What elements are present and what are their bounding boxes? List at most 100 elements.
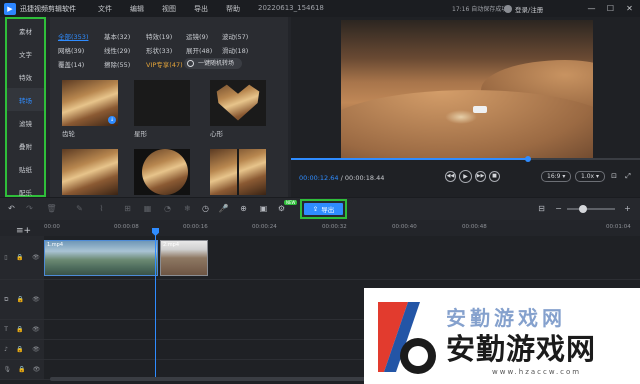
- next-frame-icon[interactable]: ▶▶: [475, 171, 486, 182]
- transition-thumb-gear[interactable]: ↓: [62, 80, 118, 126]
- download-icon[interactable]: ↓: [256, 116, 264, 124]
- random-transition-button[interactable]: 一键随机转场: [184, 58, 243, 69]
- zoom-slider-handle[interactable]: [579, 205, 587, 213]
- visibility-icon[interactable]: 👁: [32, 346, 40, 353]
- video-track: ▯ 🔒 👁 1.mp4 2.mp4: [0, 236, 640, 280]
- redo-icon[interactable]: ↷: [24, 203, 35, 214]
- lock-icon[interactable]: 🔒: [16, 346, 23, 353]
- export-label: 导出: [321, 206, 335, 214]
- tab-basic[interactable]: 基本(32): [104, 31, 130, 41]
- menu-help[interactable]: 帮助: [226, 4, 240, 14]
- split-icon[interactable]: ⌇: [96, 203, 107, 214]
- tab-linear[interactable]: 线性(29): [104, 45, 130, 55]
- visibility-icon[interactable]: 👁: [32, 326, 40, 333]
- track-header: 🎙 🔒 👁: [0, 360, 44, 379]
- lock-icon[interactable]: 🔒: [18, 366, 25, 373]
- prev-frame-icon[interactable]: ◀◀: [445, 171, 456, 182]
- speed-select[interactable]: 1.0x ▾: [575, 171, 606, 182]
- download-icon[interactable]: ↓: [180, 116, 188, 124]
- track-header: T 🔒 👁: [0, 320, 44, 339]
- transition-thumb-split[interactable]: [210, 149, 266, 195]
- ruler-tick: 00:00:24: [252, 224, 277, 230]
- export-button[interactable]: ⇪ 导出: [304, 203, 343, 215]
- track-header: ⧉ 🔒 👁: [0, 280, 44, 319]
- video-clip[interactable]: 2.mp4: [160, 240, 208, 276]
- crop-icon[interactable]: ⊞: [122, 203, 133, 214]
- edit-icon[interactable]: ✎: [74, 203, 85, 214]
- sidebar-item-effects[interactable]: 特效: [7, 65, 44, 88]
- timeline-zoom-slider[interactable]: [567, 205, 615, 213]
- lock-icon[interactable]: 🔒: [16, 326, 23, 333]
- progress-handle[interactable]: [525, 156, 532, 162]
- sidebar-item-filters[interactable]: 滤镜: [7, 111, 44, 134]
- menu-edit[interactable]: 编辑: [130, 4, 144, 14]
- duration-icon[interactable]: ◷: [200, 203, 211, 214]
- watermark-title: 安勤游戏网: [446, 332, 597, 366]
- tab-slide[interactable]: 滑动(18): [222, 45, 248, 55]
- progress-fill: [291, 158, 529, 160]
- login-button[interactable]: 登录/注册: [504, 4, 543, 14]
- visibility-icon[interactable]: 👁: [32, 296, 40, 303]
- add-track-icon[interactable]: ≡+: [16, 226, 31, 236]
- watermark-logo-icon: [378, 302, 436, 374]
- stop-icon[interactable]: ■: [489, 171, 500, 182]
- menu-file[interactable]: 文件: [98, 4, 112, 14]
- lock-icon[interactable]: 🔒: [17, 296, 24, 303]
- transition-thumb-star[interactable]: ↓: [134, 80, 190, 126]
- window-controls: — ☐ ✕: [579, 3, 636, 14]
- undo-icon[interactable]: ↶: [6, 203, 17, 214]
- zoom-in-icon[interactable]: +: [622, 203, 633, 214]
- preview-progress-bar[interactable]: [291, 156, 640, 162]
- tab-all[interactable]: 全部(353): [58, 31, 88, 41]
- zoom-icon[interactable]: ⊕: [238, 203, 249, 214]
- minimize-icon[interactable]: —: [585, 3, 598, 14]
- menu-export[interactable]: 导出: [194, 4, 208, 14]
- tab-camera[interactable]: 运镜(9): [186, 31, 208, 41]
- playhead[interactable]: [152, 228, 159, 378]
- transition-thumb-circle[interactable]: [134, 149, 190, 195]
- clip-label: 2.mp4: [163, 242, 179, 248]
- sidebar-item-overlay[interactable]: 叠附: [7, 134, 44, 157]
- fullscreen-icon[interactable]: ⤢: [623, 171, 633, 181]
- aspect-ratio-select[interactable]: 16:9 ▾: [541, 171, 572, 182]
- tab-shape[interactable]: 形状(33): [146, 45, 172, 55]
- record-audio-icon[interactable]: 🎤: [218, 203, 229, 214]
- tab-wave[interactable]: 波动(57): [222, 31, 248, 41]
- zoom-out-icon[interactable]: −: [553, 203, 564, 214]
- tab-special[interactable]: 特效(19): [146, 31, 172, 41]
- snapshot-icon[interactable]: ⊡: [609, 171, 619, 181]
- delete-icon[interactable]: 🗑: [46, 203, 57, 214]
- screen-record-icon[interactable]: ▣: [258, 203, 269, 214]
- transition-thumb[interactable]: [62, 149, 118, 195]
- sidebar-item-stickers[interactable]: 贴纸: [7, 157, 44, 180]
- mic-track-icon: 🎙: [3, 366, 12, 373]
- pip-track-icon: ⧉: [4, 295, 9, 303]
- sidebar-item-transitions[interactable]: 转场: [7, 88, 44, 111]
- speed-icon[interactable]: ◔: [162, 203, 173, 214]
- tab-wipe[interactable]: 擦除(55): [104, 59, 130, 69]
- menu-view[interactable]: 视图: [162, 4, 176, 14]
- visibility-icon[interactable]: 👁: [32, 254, 40, 261]
- fit-timeline-icon[interactable]: ⊟: [536, 203, 547, 214]
- transition-thumb-heart[interactable]: ↓: [210, 80, 266, 126]
- sidebar-item-media[interactable]: 素材: [7, 19, 44, 42]
- play-icon[interactable]: ▶: [459, 170, 472, 183]
- lock-icon[interactable]: 🔒: [16, 254, 23, 261]
- download-icon[interactable]: ↓: [108, 116, 116, 124]
- avatar-icon: [504, 5, 512, 13]
- tab-grid[interactable]: 网格(39): [58, 45, 84, 55]
- watermark-url: www.hzaccw.com: [492, 368, 582, 376]
- freeze-icon[interactable]: ❄: [182, 203, 193, 214]
- mosaic-icon[interactable]: ▦: [142, 203, 153, 214]
- tab-expand[interactable]: 展开(48): [186, 45, 212, 55]
- timeline-ruler[interactable]: 00:00 00:00:08 00:00:16 00:00:24 00:00:3…: [40, 222, 640, 236]
- sidebar-item-text[interactable]: 文字: [7, 42, 44, 65]
- ruler-tick: 00:00:32: [322, 224, 347, 230]
- tab-vip[interactable]: VIP专享(47): [146, 59, 183, 69]
- close-icon[interactable]: ✕: [623, 3, 636, 14]
- timecode: 00:00:12.64 / 00:00:18.44: [299, 174, 385, 182]
- tab-cover[interactable]: 覆盖(14): [58, 59, 84, 69]
- video-clip[interactable]: 1.mp4: [44, 240, 158, 276]
- visibility-icon[interactable]: 👁: [33, 366, 41, 373]
- maximize-icon[interactable]: ☐: [604, 3, 617, 14]
